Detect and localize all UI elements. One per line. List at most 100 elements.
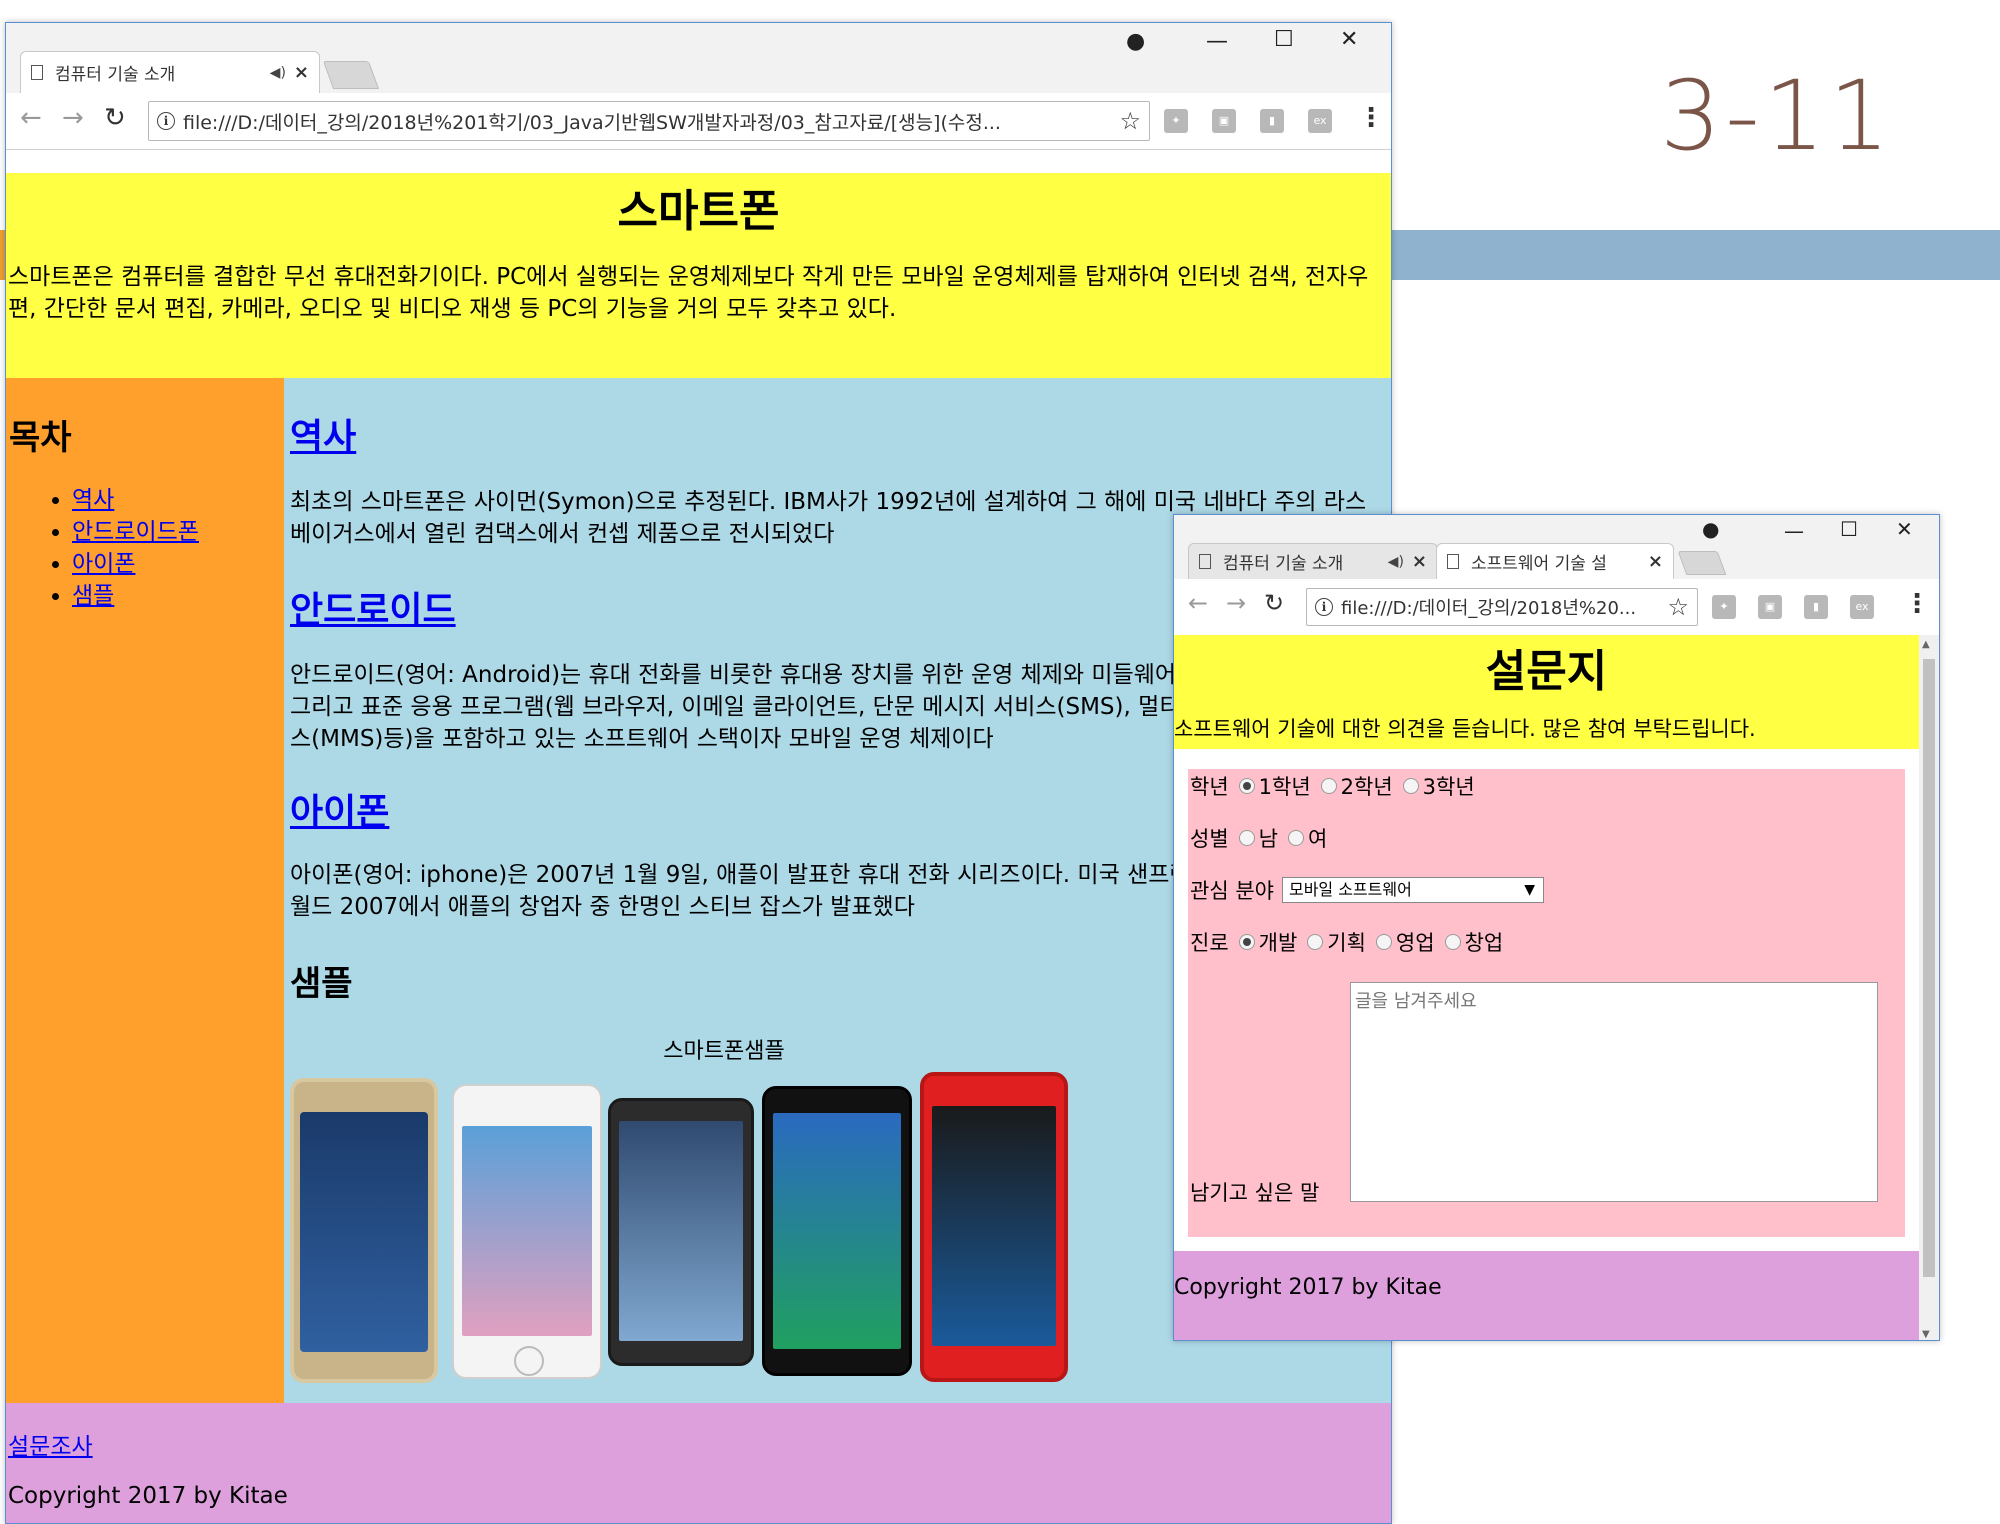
maximize-button[interactable]: ☐: [1274, 27, 1294, 52]
address-bar[interactable]: i file:///D:/데이터_강의/2018년%20... ☆: [1306, 588, 1698, 626]
career-radio-sales[interactable]: [1375, 934, 1392, 950]
section-title-iphone[interactable]: 아이폰: [290, 783, 389, 835]
tab-computer-tech[interactable]: 컴퓨터 기술 소개 ◀) ×: [20, 51, 320, 93]
nav-link-history[interactable]: 역사: [72, 487, 114, 513]
extension-icon-2[interactable]: ▣: [1758, 595, 1782, 619]
menu-icon[interactable]: ⋮: [1358, 103, 1384, 133]
extension-icon-2[interactable]: ▣: [1212, 109, 1236, 133]
bookmark-star-icon[interactable]: ☆: [1119, 107, 1141, 135]
survey-link[interactable]: 설문조사: [8, 1427, 93, 1461]
forward-icon[interactable]: →: [62, 103, 84, 133]
browser-toolbar: ← → ↻ i file:///D:/데이터_강의/2018년%201학기/03…: [6, 93, 1391, 150]
career-radio-dev[interactable]: [1238, 934, 1255, 950]
page-title: 스마트폰: [617, 186, 780, 237]
info-icon[interactable]: i: [157, 112, 175, 130]
scroll-down-icon[interactable]: ▼: [1922, 1329, 1930, 1340]
new-tab-button[interactable]: [1677, 551, 1727, 575]
tab-software-survey[interactable]: 소프트웨어 기술 설 ×: [1436, 543, 1674, 579]
speaker-icon[interactable]: ◀): [270, 65, 286, 81]
header-description: 스마트폰은 컴퓨터를 결합한 무선 휴대전화기이다. PC에서 실행되는 운영체…: [8, 264, 1369, 322]
dropdown-arrow-icon: ▼: [1524, 882, 1535, 898]
scrollbar-thumb[interactable]: [1923, 659, 1935, 1277]
title-bar-survey: 컴퓨터 기술 소개 ◀) × 소프트웨어 기술 설 × ● — ☐ ✕: [1174, 515, 1939, 579]
extension-icon-1[interactable]: ✦: [1164, 109, 1188, 133]
phone-image-tablet-phone: [608, 1098, 754, 1366]
gender-option-male: 남: [1258, 827, 1278, 851]
grade-option-3: 3학년: [1422, 775, 1475, 799]
maximize-button[interactable]: ☐: [1840, 517, 1858, 541]
reload-icon[interactable]: ↻: [104, 103, 126, 133]
profile-icon[interactable]: ●: [1126, 29, 1145, 54]
tab-close-icon[interactable]: ×: [294, 62, 309, 83]
survey-title: 설문지: [1485, 646, 1608, 697]
nav-sidebar: 목차 역사 안드로이드폰 아이폰 샘플: [6, 378, 284, 1403]
section-title-sample: 샘플: [290, 964, 353, 1004]
extension-icon-3[interactable]: ▮: [1804, 595, 1828, 619]
career-option-sales: 영업: [1395, 931, 1435, 955]
menu-icon[interactable]: ⋮: [1904, 589, 1930, 619]
address-bar[interactable]: i file:///D:/데이터_강의/2018년%201학기/03_Java기…: [148, 101, 1150, 141]
nav-link-iphone[interactable]: 아이폰: [72, 551, 135, 577]
comment-textarea[interactable]: 글을 남겨주세요: [1350, 982, 1878, 1202]
career-option-dev: 개발: [1258, 931, 1298, 955]
browser-toolbar-survey: ← → ↻ i file:///D:/데이터_강의/2018년%20... ☆ …: [1174, 579, 1939, 636]
career-row: 진로 개발 기획 영업 창업: [1190, 927, 1503, 957]
slide-number: 3-11: [1660, 60, 1894, 172]
scroll-up-icon[interactable]: ▲: [1922, 639, 1930, 650]
back-icon[interactable]: ←: [1188, 589, 1208, 617]
bookmark-star-icon[interactable]: ☆: [1667, 593, 1689, 621]
forward-icon[interactable]: →: [1226, 589, 1246, 617]
gender-radio-female[interactable]: [1287, 830, 1304, 846]
minimize-button[interactable]: —: [1784, 519, 1804, 543]
grade-radio-3[interactable]: [1402, 778, 1419, 794]
profile-icon[interactable]: ●: [1702, 517, 1719, 541]
career-radio-startup[interactable]: [1444, 934, 1461, 950]
gender-radio-male[interactable]: [1238, 830, 1255, 846]
grade-label: 학년: [1190, 775, 1229, 799]
phone-image-lumia: [920, 1072, 1068, 1382]
extension-icon-4[interactable]: ex: [1850, 595, 1874, 619]
browser-window-survey: 컴퓨터 기술 소개 ◀) × 소프트웨어 기술 설 × ● — ☐ ✕ ← → …: [1173, 514, 1940, 1341]
speaker-icon[interactable]: ◀): [1388, 554, 1404, 570]
url-text: file:///D:/데이터_강의/2018년%20...: [1341, 598, 1637, 619]
survey-header: 설문지 소프트웨어 기술에 대한 의견을 듣습니다. 많은 참여 부탁드립니다.: [1174, 635, 1919, 749]
gender-row: 성별 남 여: [1190, 823, 1327, 853]
page-icon: [1199, 554, 1211, 569]
tab-close-icon[interactable]: ×: [1412, 551, 1427, 572]
grade-option-2: 2학년: [1340, 775, 1393, 799]
career-option-startup: 창업: [1464, 931, 1504, 955]
survey-footer: Copyright 2017 by Kitae: [1174, 1251, 1919, 1340]
interest-selected-value: 모바일 소프트웨어: [1288, 880, 1412, 899]
survey-form: 학년 1학년 2학년 3학년 성별 남 여 관심 분야 모바일 소프트웨어 ▼ …: [1188, 769, 1905, 1237]
section-title-history[interactable]: 역사: [290, 408, 356, 460]
career-label: 진로: [1190, 931, 1229, 955]
interest-select[interactable]: 모바일 소프트웨어 ▼: [1281, 877, 1544, 903]
tab-close-icon[interactable]: ×: [1648, 551, 1663, 572]
close-button[interactable]: ✕: [1340, 27, 1358, 52]
extension-icon-1[interactable]: ✦: [1712, 595, 1736, 619]
section-title-android[interactable]: 안드로이드: [290, 581, 456, 633]
extension-icon-3[interactable]: ▮: [1260, 109, 1284, 133]
nav-link-sample[interactable]: 샘플: [72, 583, 114, 609]
nav-list: 역사 안드로이드폰 아이폰 샘플: [26, 484, 199, 612]
back-icon[interactable]: ←: [20, 103, 42, 133]
figure-caption: 스마트폰샘플: [663, 1039, 785, 1064]
extension-icon-4[interactable]: ex: [1308, 109, 1332, 133]
close-button[interactable]: ✕: [1896, 517, 1913, 541]
nav-title: 목차: [9, 418, 72, 458]
title-bar: 컴퓨터 기술 소개 ◀) × ● — ☐ ✕: [6, 23, 1391, 93]
minimize-button[interactable]: —: [1206, 29, 1228, 54]
new-tab-button[interactable]: [322, 61, 380, 89]
page-icon: [31, 65, 43, 80]
reload-icon[interactable]: ↻: [1264, 589, 1284, 617]
grade-radio-1[interactable]: [1238, 778, 1255, 794]
page-header: 스마트폰 스마트폰은 컴퓨터를 결합한 무선 휴대전화기이다. PC에서 실행되…: [6, 173, 1391, 378]
nav-link-android[interactable]: 안드로이드폰: [72, 519, 199, 545]
phone-image-windows: [762, 1086, 912, 1376]
footer-copyright: Copyright 2017 by Kitae: [8, 1483, 288, 1509]
info-icon[interactable]: i: [1315, 598, 1333, 616]
grade-radio-2[interactable]: [1320, 778, 1337, 794]
tab-computer-tech-2[interactable]: 컴퓨터 기술 소개 ◀) ×: [1188, 543, 1438, 579]
vertical-scrollbar[interactable]: ▲ ▼: [1919, 635, 1939, 1340]
career-radio-plan[interactable]: [1307, 934, 1324, 950]
